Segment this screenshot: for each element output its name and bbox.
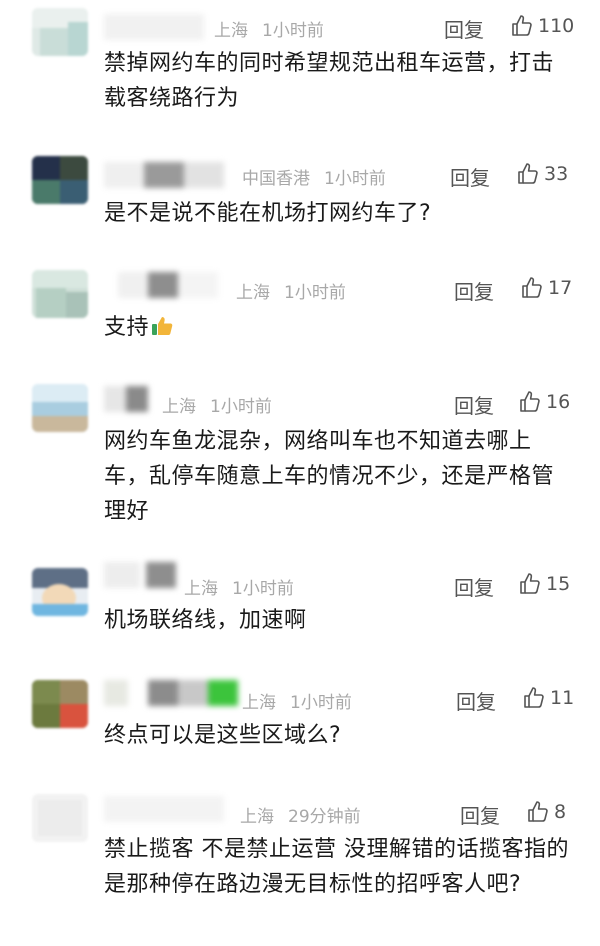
like-button[interactable]: 11 bbox=[522, 686, 574, 710]
timestamp: 1小时前 bbox=[324, 169, 386, 189]
like-count: 16 bbox=[546, 391, 571, 413]
comment-text: 终点可以是这些区域么? bbox=[104, 723, 342, 748]
like-count: 15 bbox=[546, 573, 571, 595]
like-button[interactable]: 17 bbox=[520, 276, 572, 300]
timestamp: 1小时前 bbox=[232, 579, 294, 599]
location: 上海 bbox=[242, 693, 276, 713]
avatar[interactable] bbox=[32, 680, 88, 728]
comment-meta: 中国香港 1小时前 bbox=[242, 164, 386, 189]
username-redacted[interactable] bbox=[104, 386, 148, 412]
timestamp: 1小时前 bbox=[262, 21, 324, 41]
reply-button[interactable]: 回复 bbox=[450, 162, 490, 191]
like-button[interactable]: 8 bbox=[526, 800, 566, 824]
location: 上海 bbox=[214, 21, 248, 41]
location: 上海 bbox=[162, 397, 196, 417]
username-redacted[interactable] bbox=[104, 562, 176, 588]
reply-button[interactable]: 回复 bbox=[454, 276, 494, 305]
reply-button[interactable]: 回复 bbox=[456, 686, 496, 715]
avatar[interactable] bbox=[32, 794, 88, 842]
location: 上海 bbox=[236, 283, 270, 303]
like-button[interactable]: 33 bbox=[516, 162, 568, 186]
username-redacted[interactable] bbox=[104, 162, 224, 188]
thumbs-up-outline-icon bbox=[528, 801, 548, 822]
comment-meta: 上海 1小时前 bbox=[214, 16, 324, 41]
comment-text: 禁止揽客 不是禁止运营 没理解错的话揽客指的是那种停在路边漫无目标性的招呼客人吧… bbox=[104, 837, 569, 897]
thumbs-up-outline-icon bbox=[520, 391, 540, 412]
like-button[interactable]: 15 bbox=[518, 572, 570, 596]
like-count: 33 bbox=[544, 163, 569, 185]
comment-text-content: 支持 bbox=[104, 315, 150, 340]
location: 上海 bbox=[184, 579, 218, 599]
location: 上海 bbox=[240, 807, 274, 827]
reply-button[interactable]: 回复 bbox=[460, 800, 500, 829]
thumbs-up-outline-icon bbox=[520, 573, 540, 594]
location: 中国香港 bbox=[242, 169, 310, 189]
thumbs-up-outline-icon bbox=[518, 163, 538, 184]
reply-button[interactable]: 回复 bbox=[454, 572, 494, 601]
username-redacted[interactable] bbox=[104, 680, 238, 706]
timestamp: 1小时前 bbox=[210, 397, 272, 417]
thumbs-up-outline-icon bbox=[512, 15, 532, 36]
timestamp: 1小时前 bbox=[290, 693, 352, 713]
timestamp: 29分钟前 bbox=[288, 807, 361, 827]
like-count: 8 bbox=[554, 801, 567, 823]
thumbs-up-outline-icon bbox=[522, 277, 542, 298]
thumbs-up-emoji bbox=[152, 317, 173, 335]
like-count: 110 bbox=[538, 15, 575, 37]
timestamp: 1小时前 bbox=[284, 283, 346, 303]
comment-meta: 上海 1小时前 bbox=[236, 278, 346, 303]
comment-text: 是不是说不能在机场打网约车了? bbox=[104, 201, 432, 226]
avatar[interactable] bbox=[32, 270, 88, 318]
avatar[interactable] bbox=[32, 568, 88, 616]
reply-button[interactable]: 回复 bbox=[454, 390, 494, 419]
reply-button[interactable]: 回复 bbox=[444, 14, 484, 43]
comment-text: 支持 bbox=[104, 310, 574, 345]
avatar[interactable] bbox=[32, 384, 88, 432]
comment-text: 机场联络线，加速啊 bbox=[104, 608, 307, 633]
username-redacted[interactable] bbox=[104, 14, 204, 40]
avatar[interactable] bbox=[32, 8, 88, 56]
username-redacted[interactable] bbox=[118, 272, 218, 298]
like-count: 17 bbox=[548, 277, 573, 299]
username-redacted[interactable] bbox=[104, 796, 224, 822]
comment-meta: 上海 29分钟前 bbox=[240, 802, 361, 827]
thumbs-up-outline-icon bbox=[524, 687, 544, 708]
avatar[interactable] bbox=[32, 156, 88, 204]
comment-meta: 上海 1小时前 bbox=[162, 392, 272, 417]
like-count: 11 bbox=[550, 687, 575, 709]
like-button[interactable]: 16 bbox=[518, 390, 570, 414]
like-button[interactable]: 110 bbox=[510, 14, 574, 38]
comment-text: 禁掉网约车的同时希望规范出租车运营，打击载客绕路行为 bbox=[104, 51, 555, 111]
comment-text: 网约车鱼龙混杂，网络叫车也不知道去哪上车，乱停车随意上车的情况不少，还是严格管理… bbox=[104, 429, 555, 524]
comment-meta: 上海 1小时前 bbox=[184, 574, 294, 599]
comment-meta: 上海 1小时前 bbox=[242, 688, 352, 713]
